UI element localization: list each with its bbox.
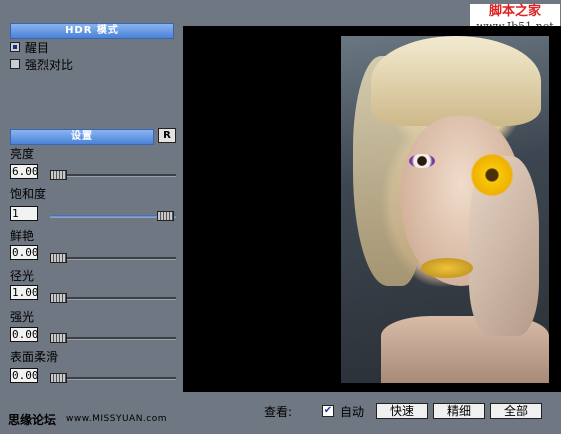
hdr-option-vivid[interactable]: 醒目 (10, 39, 49, 55)
brightness-value-field[interactable]: 6.00 (10, 164, 39, 179)
hdr-option-label: 强烈对比 (25, 57, 74, 72)
brightness-label: 亮度 (10, 147, 35, 161)
slider-thumb[interactable] (157, 211, 174, 221)
highlight-slider[interactable] (50, 333, 176, 343)
watermark-site-name: 脚本之家 (488, 4, 541, 19)
slider-thumb[interactable] (50, 170, 67, 180)
saturation-label: 饱和度 (10, 187, 47, 201)
sunflower-shape (469, 152, 515, 198)
hdr-mode-header: HDR 模式 (10, 23, 174, 39)
eye-shape (409, 154, 435, 168)
preview-panel[interactable] (183, 26, 561, 392)
radial-glow-label: 径光 (10, 269, 35, 283)
slider-thumb[interactable] (50, 373, 67, 383)
fast-button[interactable]: 快速 (376, 403, 428, 419)
radio-button[interactable] (10, 42, 20, 52)
radio-button[interactable] (10, 59, 20, 69)
slider-thumb[interactable] (50, 333, 67, 343)
surface-smoothing-value-field[interactable]: 0.00 (10, 368, 39, 383)
vibrance-slider[interactable] (50, 253, 176, 263)
preview-image (341, 36, 549, 383)
saturation-slider[interactable] (50, 211, 176, 221)
forum-logo: 思缘论坛 (8, 413, 57, 427)
radial-glow-slider[interactable] (50, 293, 176, 303)
forum-url: www.MISSYUAN.com (66, 414, 168, 424)
reset-button[interactable]: R (158, 128, 176, 143)
slider-thumb[interactable] (50, 253, 67, 263)
hair-shape (371, 36, 541, 126)
highlight-label: 强光 (10, 310, 35, 324)
hdr-option-label: 醒目 (25, 40, 50, 55)
vibrance-value-field[interactable]: 0.00 (10, 245, 39, 260)
hdr-option-strong-contrast[interactable]: 强烈对比 (10, 56, 73, 72)
radial-glow-value-field[interactable]: 1.00 (10, 285, 39, 300)
brightness-slider[interactable] (50, 170, 176, 180)
auto-checkbox[interactable]: ✔ (322, 405, 334, 417)
surface-smoothing-label: 表面柔滑 (10, 350, 59, 364)
lips-shape (421, 258, 473, 278)
slider-thumb[interactable] (50, 293, 67, 303)
hdr-dialog: 脚本之家 www.Jb51.net HDR 模式 醒目 强烈对比 设置 R 亮度… (0, 0, 561, 434)
highlight-value-field[interactable]: 0.00 (10, 327, 39, 342)
all-button[interactable]: 全部 (490, 403, 542, 419)
view-label: 查看: (264, 405, 293, 419)
vibrance-label: 鲜艳 (10, 229, 35, 243)
fine-button[interactable]: 精细 (433, 403, 485, 419)
settings-header: 设置 (10, 129, 154, 145)
saturation-value-field[interactable]: 1 (10, 206, 38, 221)
surface-smoothing-slider[interactable] (50, 373, 176, 383)
auto-label: 自动 (340, 405, 365, 419)
